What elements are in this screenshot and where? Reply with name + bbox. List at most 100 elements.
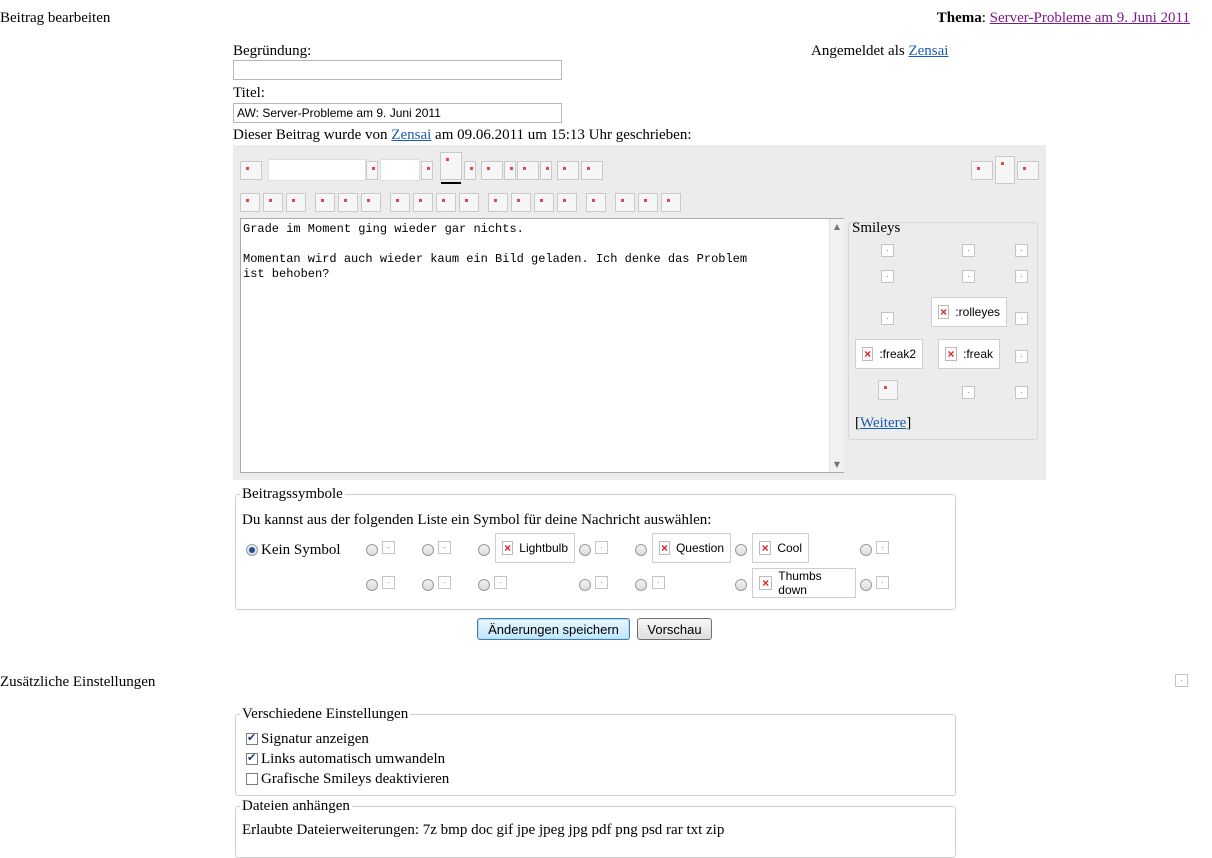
resize-grow-icon[interactable] <box>1017 161 1039 180</box>
resize-shrink-icon[interactable] <box>971 161 993 180</box>
post-icon <box>652 576 665 589</box>
icon-radio[interactable] <box>579 579 591 591</box>
reason-input[interactable] <box>233 60 562 80</box>
toolbar-button-icon[interactable] <box>511 193 531 212</box>
bold-icon[interactable] <box>481 161 503 180</box>
icon-radio[interactable] <box>478 579 490 591</box>
toolbar-button-icon[interactable] <box>661 193 681 212</box>
toolbar-button-icon[interactable] <box>286 193 306 212</box>
disable-smileys-checkbox[interactable] <box>246 773 258 785</box>
icon-radio[interactable] <box>478 544 490 556</box>
question-label: Question <box>675 541 724 555</box>
toolbar-button-icon[interactable] <box>413 193 433 212</box>
toolbar-button-icon[interactable] <box>436 193 456 212</box>
post-icon-question: × Question <box>652 533 731 563</box>
toolbar-button-icon[interactable] <box>315 193 335 212</box>
smiley-icon[interactable] <box>881 244 894 257</box>
post-icon <box>876 576 889 589</box>
smiley-icon[interactable] <box>878 380 898 400</box>
icon-radio-none[interactable] <box>246 544 258 556</box>
scroll-up-icon[interactable]: ▲ <box>832 222 842 231</box>
icon-radio[interactable] <box>635 579 647 591</box>
post-icon <box>494 576 507 589</box>
toolbar-button-icon[interactable] <box>361 193 381 212</box>
post-icon <box>438 541 451 554</box>
smiley-icon[interactable] <box>881 312 894 325</box>
smiley-icon[interactable] <box>1015 350 1028 363</box>
topic-label: Thema <box>936 10 982 26</box>
preview-button[interactable]: Vorschau <box>637 618 712 640</box>
toolbar-button-icon[interactable] <box>615 193 635 212</box>
broken-image-icon: × <box>759 541 772 555</box>
icon-radio[interactable] <box>860 579 872 591</box>
message-textarea[interactable]: Grade im Moment ging wieder gar nichts. … <box>240 218 844 473</box>
toolbar-button-icon[interactable] <box>263 193 283 212</box>
strike-icon[interactable] <box>581 161 603 180</box>
toolbar-button-icon[interactable] <box>488 193 508 212</box>
smiley-icon[interactable] <box>1015 386 1028 399</box>
icon-radio[interactable] <box>735 544 747 556</box>
color-bar <box>441 182 461 184</box>
misc-settings-legend: Verschiedene Einstellungen <box>242 706 409 722</box>
size-select[interactable] <box>380 159 420 181</box>
icon-radio[interactable] <box>579 544 591 556</box>
post-icon <box>595 541 608 554</box>
smiley-icon[interactable] <box>962 244 975 257</box>
separator-icon <box>504 161 516 180</box>
title-input[interactable] <box>233 103 562 123</box>
icon-radio[interactable] <box>366 579 378 591</box>
post-icons-intro: Du kannst aus der folgenden Liste ein Sy… <box>242 512 712 528</box>
username-link[interactable]: Zensai <box>908 43 948 59</box>
more-smileys: [Weitere] <box>855 415 911 432</box>
smiley-rolleyes-button[interactable]: ×:rolleyes <box>931 297 1007 327</box>
broken-image-icon: × <box>659 541 670 555</box>
smiley-icon[interactable] <box>962 270 975 283</box>
icon-radio[interactable] <box>735 579 747 591</box>
dropdown-icon[interactable] <box>464 161 476 180</box>
smiley-icon[interactable] <box>881 270 894 283</box>
scroll-down-icon[interactable]: ▼ <box>832 460 842 469</box>
underline-icon[interactable] <box>557 161 579 180</box>
post-icon <box>595 576 608 589</box>
collapse-icon[interactable] <box>1175 674 1188 687</box>
smiley-icon[interactable] <box>1015 312 1028 325</box>
more-smileys-link[interactable]: Weitere <box>860 415 906 431</box>
smiley-icon[interactable] <box>1015 270 1028 283</box>
message-scrollbar[interactable]: ▲ ▼ <box>829 219 844 472</box>
toolbar-button-icon[interactable] <box>459 193 479 212</box>
thread-topic: Thema: Server-Probleme am 9. Juni 2011 <box>936 10 1190 26</box>
font-icon[interactable] <box>240 161 262 180</box>
dropdown-icon[interactable] <box>421 161 433 180</box>
color-icon[interactable] <box>440 152 462 180</box>
toolbar-button-icon[interactable] <box>534 193 554 212</box>
italic-icon[interactable] <box>517 161 539 180</box>
smiley-freak2-button[interactable]: ×:freak2 <box>855 339 923 369</box>
icon-radio[interactable] <box>366 544 378 556</box>
allowed-extensions: Erlaubte Dateierweiterungen: 7z bmp doc … <box>242 822 725 838</box>
toolbar-button-icon[interactable] <box>338 193 358 212</box>
post-icon <box>382 541 395 554</box>
show-signature-checkbox[interactable] <box>246 731 258 745</box>
icon-radio[interactable] <box>860 544 872 556</box>
resize-handle-icon[interactable] <box>995 156 1015 184</box>
author-link[interactable]: Zensai <box>391 127 431 143</box>
icon-radio[interactable] <box>422 579 434 591</box>
auto-links-label: Links automatisch umwandeln <box>261 751 446 767</box>
toolbar-button-icon[interactable] <box>240 193 260 212</box>
save-button[interactable]: Änderungen speichern <box>477 618 630 640</box>
font-select[interactable] <box>268 159 366 181</box>
smiley-icon[interactable] <box>962 386 975 399</box>
smiley-freak-button[interactable]: ×:freak <box>938 339 1000 369</box>
toolbar-button-icon[interactable] <box>390 193 410 212</box>
toolbar-button-icon[interactable] <box>638 193 658 212</box>
icon-radio[interactable] <box>422 544 434 556</box>
toolbar-button-icon[interactable] <box>557 193 577 212</box>
smiley-icon[interactable] <box>1015 244 1028 257</box>
lightbulb-label: Lightbulb <box>519 541 568 555</box>
toolbar-button-icon[interactable] <box>586 193 606 212</box>
topic-link[interactable]: Server-Probleme am 9. Juni 2011 <box>990 10 1190 26</box>
dropdown-icon[interactable] <box>366 161 378 180</box>
icon-radio[interactable] <box>635 544 647 556</box>
auto-links-checkbox[interactable] <box>246 751 258 765</box>
login-status: Angemeldet als Zensai <box>811 43 948 60</box>
